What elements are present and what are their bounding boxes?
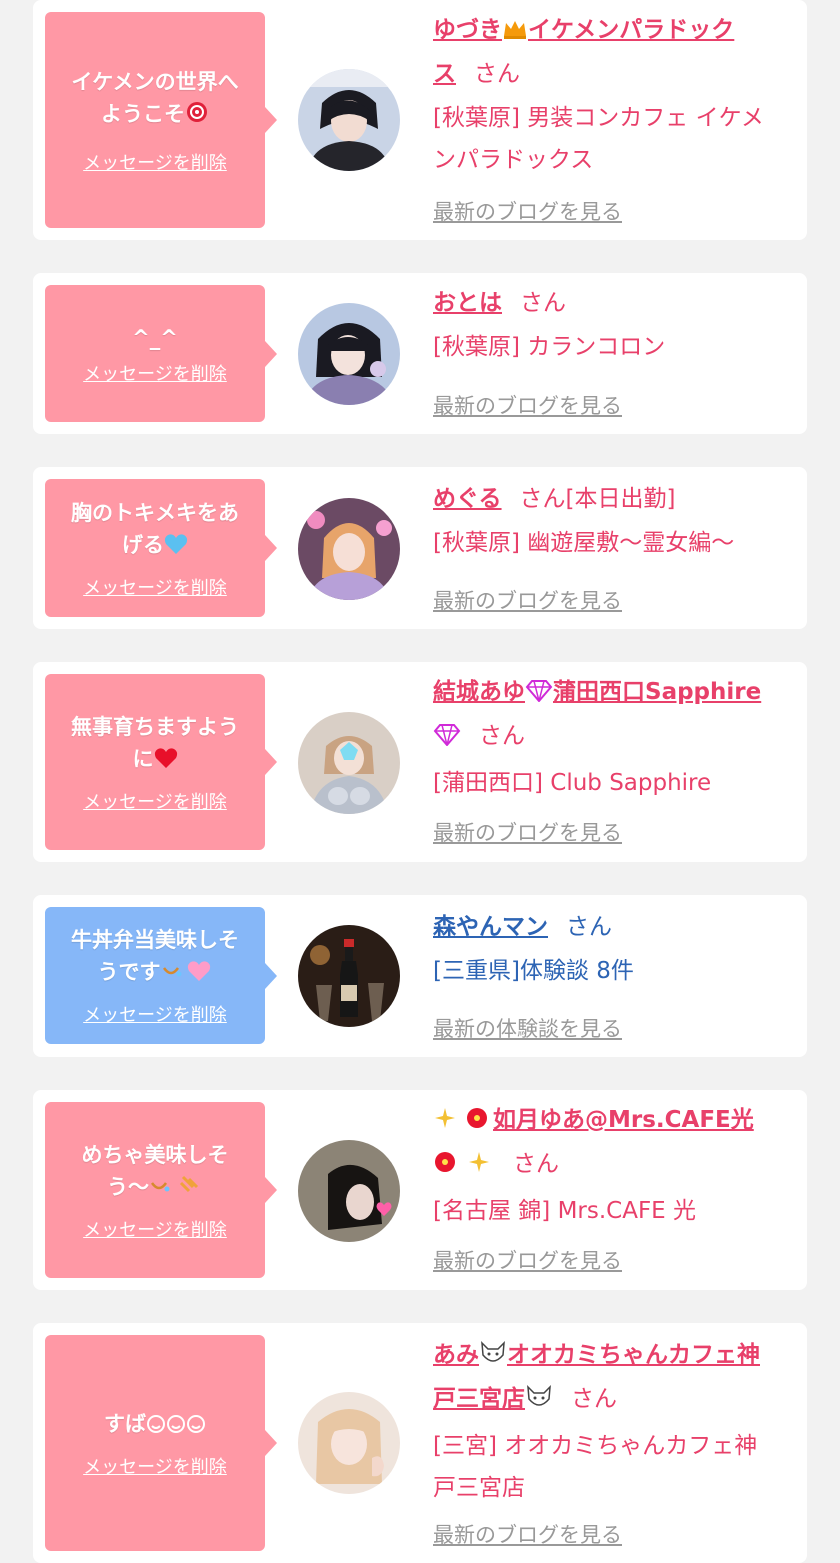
honorific: さん [474, 61, 520, 87]
cast-name-link[interactable]: 森やんマン [433, 914, 548, 940]
avatar[interactable] [298, 498, 400, 600]
cast-name-link[interactable]: ゆづき イケメンパラドック [433, 17, 734, 43]
message-text: 無事育ちますよう に [71, 711, 239, 778]
shop-info: [蒲田西口] Club Sapphire [433, 770, 712, 796]
shop-info: [秋葉原] カランコロン [433, 334, 666, 360]
message-text: 牛丼弁当美味しそ うです [71, 924, 239, 991]
latest-blog-link[interactable]: 最新のブログを見る [433, 390, 622, 420]
delete-message-link[interactable]: メッセージを削除 [83, 574, 227, 600]
avatar[interactable] [298, 712, 400, 814]
red-heart-icon [154, 746, 178, 778]
cast-name-link[interactable]: めぐる [433, 486, 502, 512]
honorific: さん [566, 914, 612, 940]
delete-message-link[interactable]: メッセージを削除 [83, 1216, 227, 1242]
message-text: すば [104, 1408, 206, 1443]
honorific: さん [520, 290, 566, 316]
drool-pink-heart-icon [161, 958, 213, 991]
smile-faces-icon [146, 1411, 206, 1443]
blue-heart-icon [164, 532, 188, 564]
delete-message-link[interactable]: メッセージを削除 [83, 788, 227, 814]
cast-name-link[interactable]: おとは [433, 290, 502, 316]
message-text: ^_^ [132, 325, 178, 350]
message-bubble: めちゃ美味しそ う〜 メッセージを削除 [45, 1102, 277, 1278]
gem-icon [433, 719, 461, 760]
avatar[interactable] [298, 1392, 400, 1494]
latest-blog-link[interactable]: 最新のブログを見る [433, 196, 622, 226]
cast-name-link-cont[interactable]: 戸三宮店 [433, 1385, 553, 1412]
message-text: 胸のトキメキをあ げる [71, 497, 239, 564]
favorite-card: 牛丼弁当美味しそ うです メッセージを削除 森やんマン さん [三重県]体験談 8… [33, 895, 807, 1057]
wolf-icon [479, 1338, 507, 1379]
honorific: さん [479, 723, 525, 749]
honorific: さん [513, 1151, 559, 1177]
delete-message-link[interactable]: メッセージを削除 [83, 149, 227, 175]
delete-message-link[interactable]: メッセージを削除 [83, 1453, 227, 1479]
avatar[interactable] [298, 69, 400, 171]
latest-review-link[interactable]: 最新の体験談を見る [433, 1013, 622, 1043]
honorific: さん[本日出勤] [519, 486, 676, 512]
latest-blog-link[interactable]: 最新のブログを見る [433, 1245, 622, 1275]
favorite-card: 胸のトキメキをあ げる メッセージを削除 めぐる さん[本日出勤] [秋葉原] 幽… [33, 467, 807, 629]
avatar[interactable] [298, 1140, 400, 1242]
cast-info: おとは さん [秋葉原] カランコロン 最新のブログを見る [433, 283, 795, 418]
cast-name-link-cont[interactable] [433, 1151, 495, 1177]
latest-blog-link[interactable]: 最新のブログを見る [433, 817, 622, 847]
sparkle-hibiscus-icon [433, 1147, 495, 1188]
message-bubble: ^_^ メッセージを削除 [45, 285, 277, 422]
drool-sparkle-icon [149, 1173, 203, 1206]
latest-blog-link[interactable]: 最新のブログを見る [433, 585, 622, 615]
cast-name-link[interactable]: 結城あゆ 蒲田西口Sapphire [433, 679, 761, 705]
avatar[interactable] [298, 303, 400, 405]
shop-info: [三重県]体験談 8件 [433, 958, 634, 984]
sparkle-hibiscus-icon [433, 1103, 493, 1144]
cast-info: 如月ゆあ@Mrs.CAFE光 さん [名古屋 錦] Mrs.CAFE 光 最新の… [433, 1100, 795, 1273]
message-bubble: イケメンの世界へ ようこそ メッセージを削除 [45, 12, 277, 228]
message-bubble: すば メッセージを削除 [45, 1335, 277, 1551]
message-text: イケメンの世界へ ようこそ [71, 66, 238, 133]
rose-icon [185, 100, 209, 133]
delete-message-link[interactable]: メッセージを削除 [83, 360, 227, 386]
wolf-icon [525, 1382, 553, 1423]
cast-name-link[interactable]: あみ オオカミちゃんカフェ神 [433, 1341, 760, 1368]
message-bubble: 牛丼弁当美味しそ うです メッセージを削除 [45, 907, 277, 1044]
honorific: さん [571, 1386, 617, 1412]
cast-name-link[interactable]: 如月ゆあ@Mrs.CAFE光 [433, 1107, 754, 1133]
gem-icon [525, 675, 553, 716]
favorite-card: すば メッセージを削除 あみ オオカミちゃんカフェ神 戸三宮店 さん [三宮] オオ… [33, 1323, 807, 1563]
favorite-card: めちゃ美味しそ う〜 メッセージを削除 如月ゆあ@Mrs.CAFE光 さん [名… [33, 1090, 807, 1290]
avatar[interactable] [298, 925, 400, 1027]
cast-info: ゆづき イケメンパラドック スさん [秋葉原] 男装コンカフェ イケメ ンパラドッ… [433, 10, 795, 224]
favorite-card: イケメンの世界へ ようこそ メッセージを削除 ゆづき イケメンパラドック スさん … [33, 0, 807, 240]
message-bubble: 無事育ちますよう に メッセージを削除 [45, 674, 277, 850]
latest-blog-link[interactable]: 最新のブログを見る [433, 1519, 622, 1549]
delete-message-link[interactable]: メッセージを削除 [83, 1001, 227, 1027]
favorite-card: ^_^ メッセージを削除 おとは さん [秋葉原] カランコロン 最新のブログを見… [33, 273, 807, 434]
cast-info: 結城あゆ 蒲田西口Sapphire さん [蒲田西口] Club Sapphire… [433, 672, 795, 845]
favorite-card: 無事育ちますよう に メッセージを削除 結城あゆ 蒲田西口Sapphire さん … [33, 662, 807, 862]
message-bubble: 胸のトキメキをあ げる メッセージを削除 [45, 479, 277, 617]
cast-name-link-cont[interactable] [433, 723, 461, 749]
cast-info: めぐる さん[本日出勤] [秋葉原] 幽遊屋敷〜霊女編〜 最新のブログを見る [433, 479, 795, 613]
shop-info: [秋葉原] 男装コンカフェ イケメ ンパラドックス [433, 105, 764, 173]
cast-info: 森やんマン さん [三重県]体験談 8件 最新の体験談を見る [433, 907, 795, 1041]
shop-info: [名古屋 錦] Mrs.CAFE 光 [433, 1198, 697, 1224]
message-text: めちゃ美味しそ う〜 [82, 1139, 229, 1206]
shop-info: [三宮] オオカミちゃんカフェ神 戸三宮店 [433, 1433, 758, 1501]
crown-icon [502, 13, 528, 54]
cast-name-link-cont[interactable]: ス [433, 61, 456, 87]
shop-info: [秋葉原] 幽遊屋敷〜霊女編〜 [433, 530, 735, 556]
cast-info: あみ オオカミちゃんカフェ神 戸三宮店 さん [三宮] オオカミちゃんカフェ神 戸三… [433, 1335, 795, 1547]
